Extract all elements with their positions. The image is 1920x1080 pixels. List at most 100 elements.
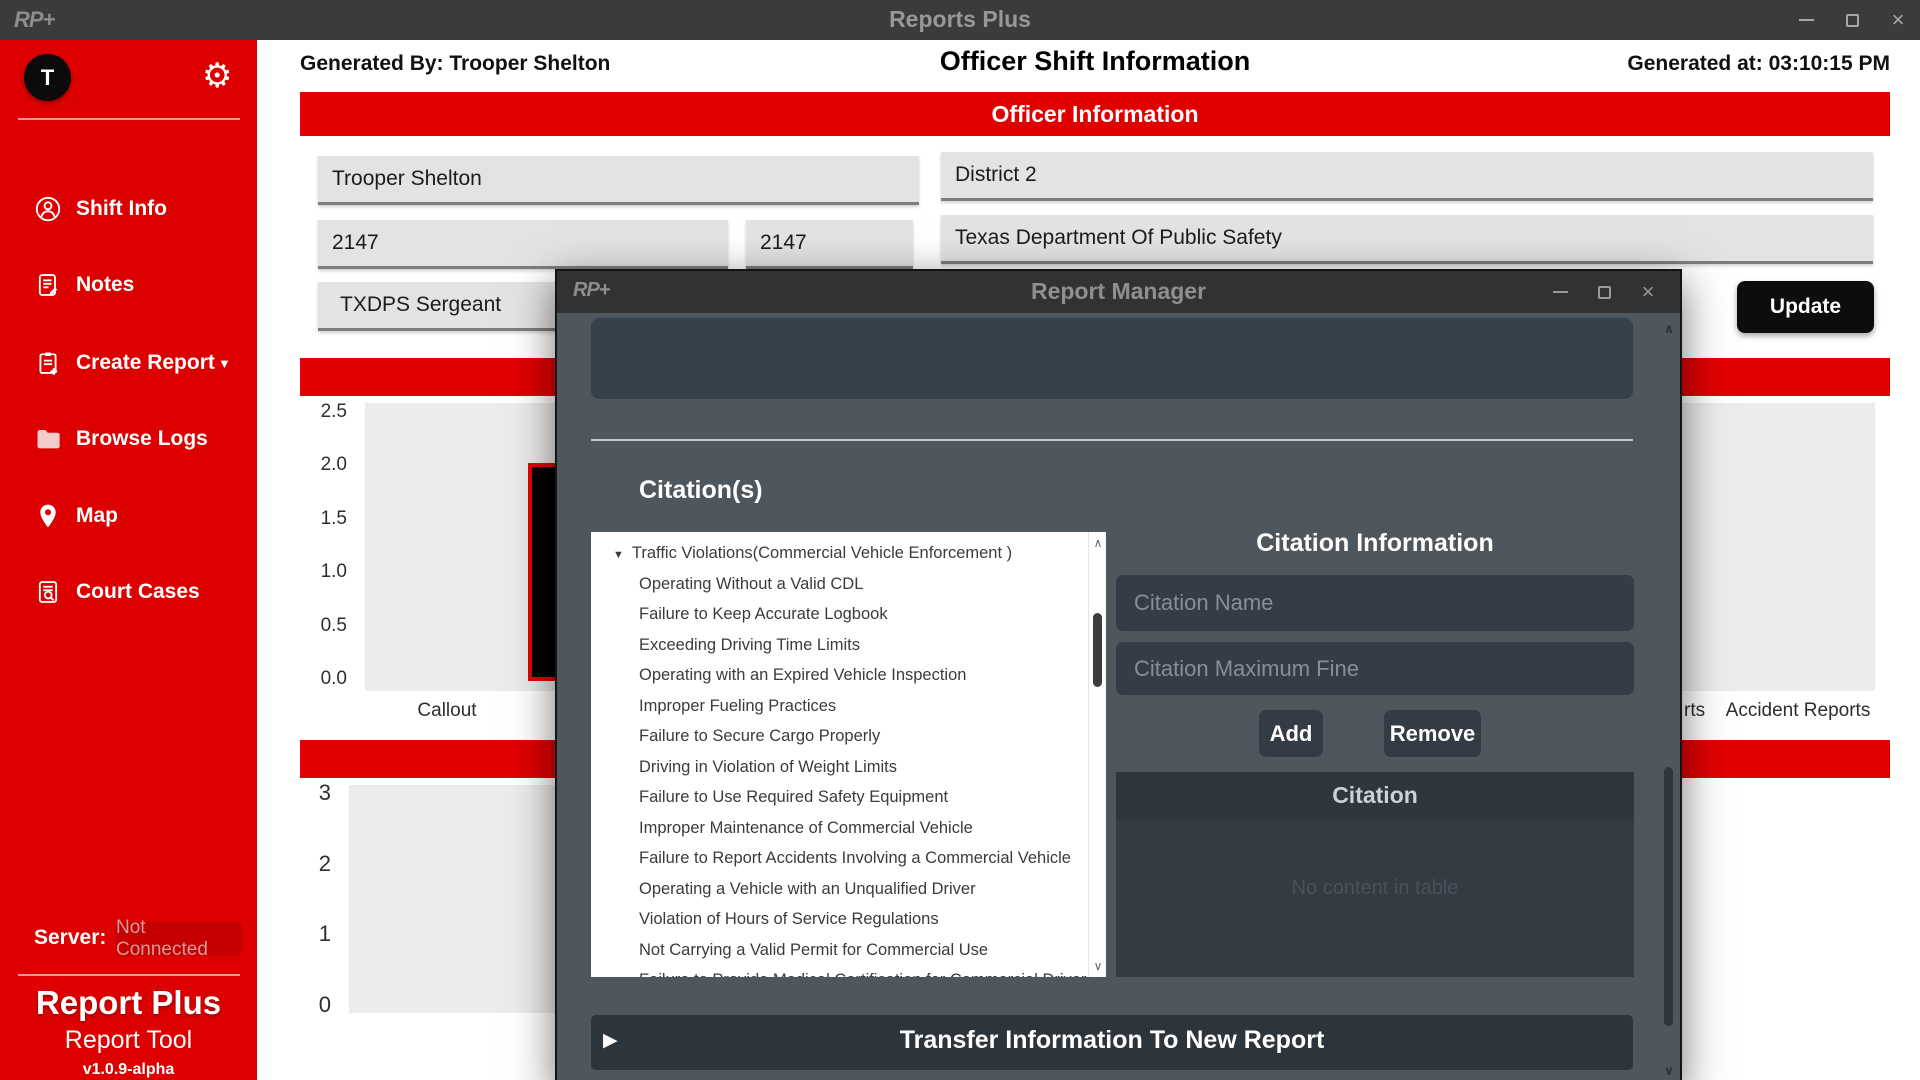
scroll-up-icon[interactable]: ∧ [1089,536,1106,550]
tree-item[interactable]: Improper Fueling Practices [591,691,1106,722]
modal-maximize-button[interactable] [1592,280,1616,304]
y-tick-label: 2 [291,829,331,900]
y-tick-label: 3 [291,758,331,829]
modal-minimize-button[interactable] [1548,280,1572,304]
update-button[interactable]: Update [1737,281,1874,333]
x-axis-label-callout: Callout [397,700,497,722]
server-status-row: Server: Not Connected [0,922,257,958]
tree-item[interactable]: Failure to Keep Accurate Logbook [591,599,1106,630]
list-scrollbar[interactable]: ∧ ∨ [1088,532,1106,977]
y-tick-label: 1 [291,899,331,970]
sidebar-item-court-cases[interactable]: Court Cases [0,575,257,609]
officer-name-field[interactable] [318,156,919,205]
sidebar-item-label: Browse Logs [76,427,208,451]
tree-item[interactable]: Failure to Report Accidents Involving a … [591,843,1106,874]
modal-scrollbar-thumb[interactable] [1664,767,1673,1026]
list-scrollbar-thumb[interactable] [1093,613,1102,687]
sidebar-item-create-report[interactable]: Create Report ▼ [0,346,257,380]
y-tick-label: 2.5 [292,385,347,438]
map-pin-icon [34,502,62,530]
x-axis-label-partial: rts [1684,700,1705,722]
department-field[interactable] [941,215,1873,264]
report-manager-window: RP+ Report Manager × Citation(s) ▼ Traffi… [555,269,1682,1080]
tree-expand-icon[interactable]: ▼ [613,549,624,561]
y-tick-label: 0.0 [292,652,347,705]
chevron-down-icon: ▼ [218,356,231,371]
y-tick-label: 2.0 [292,438,347,491]
tree-children: Operating Without a Valid CDLFailure to … [591,569,1106,978]
sidebar-item-label: Court Cases [76,580,200,604]
unit-number-field[interactable] [746,220,913,269]
version-label: v1.0.9-alpha [0,1061,257,1079]
tree-item[interactable]: Operating with an Expired Vehicle Inspec… [591,660,1106,691]
tree-item[interactable]: Failure to Use Required Safety Equipment [591,782,1106,813]
sidebar-item-browse-logs[interactable]: Browse Logs [0,422,257,456]
report-content-box[interactable] [591,318,1633,399]
tree-item[interactable]: Not Carrying a Valid Permit for Commerci… [591,935,1106,966]
officer-information-banner: Officer Information [300,92,1890,136]
y-tick-label: 1.5 [292,492,347,545]
brand-block: Report Plus Report Tool v1.0.9-alpha [0,984,257,1079]
citations-tree: ▼ Traffic Violations(Commercial Vehicle E… [591,532,1106,977]
minimize-button[interactable] [1794,8,1818,32]
tree-item[interactable]: Operating Without a Valid CDL [591,569,1106,600]
sidebar-item-label: Map [76,504,118,528]
x-axis-label-accident-reports: Accident Reports [1712,700,1884,722]
avatar[interactable]: T [24,54,71,101]
chart2-y-axis: 3210 [291,758,331,1040]
modal-title: Report Manager [557,278,1680,305]
app-title: Reports Plus [0,6,1920,33]
tree-root-traffic-violations[interactable]: ▼ Traffic Violations(Commercial Vehicle E… [591,538,1106,569]
citations-heading: Citation(s) [639,476,763,505]
user-circle-icon [34,195,62,223]
tree-item[interactable]: Exceeding Driving Time Limits [591,630,1106,661]
modal-scroll-down-icon[interactable]: ∨ [1660,1063,1678,1079]
sidebar-item-label: Notes [76,273,134,297]
sidebar-divider [18,118,240,120]
close-button[interactable]: × [1886,8,1910,32]
court-cases-icon [34,578,62,606]
add-button[interactable]: Add [1259,710,1323,757]
chart1-y-axis: 2.52.01.51.00.50.0 [292,385,347,705]
sidebar-divider [18,974,240,976]
tree-item[interactable]: Violation of Hours of Service Regulation… [591,904,1106,935]
tree-item[interactable]: Improper Maintenance of Commercial Vehic… [591,813,1106,844]
y-tick-label: 0.5 [292,599,347,652]
tree-item[interactable]: Driving in Violation of Weight Limits [591,752,1106,783]
district-field[interactable] [941,152,1873,201]
badge-number-field[interactable] [318,220,728,269]
y-tick-label: 1.0 [292,545,347,598]
tree-item[interactable]: Operating a Vehicle with an Unqualified … [591,874,1106,905]
sidebar: T ⚙ Shift Info Notes [0,40,257,1080]
report-manager-titlebar: RP+ Report Manager × [557,271,1680,313]
sidebar-item-map[interactable]: Map [0,499,257,533]
app-titlebar: RP+ Reports Plus × [0,0,1920,40]
tree-item[interactable]: Failure to Secure Cargo Properly [591,721,1106,752]
app-window: RP+ Reports Plus × T ⚙ Shift Info [0,0,1920,1080]
notes-icon [34,271,62,299]
folder-icon [34,425,62,453]
sidebar-item-label: Shift Info [76,197,167,221]
citation-max-fine-input[interactable] [1116,642,1634,695]
remove-button[interactable]: Remove [1384,710,1481,757]
sidebar-item-notes[interactable]: Notes [0,268,257,302]
table-empty-text: No content in table [1116,877,1634,900]
transfer-label: Transfer Information To New Report [591,1026,1633,1055]
gear-icon[interactable]: ⚙ [202,54,232,98]
transfer-information-button[interactable]: ▶ Transfer Information To New Report [591,1015,1633,1070]
maximize-button[interactable] [1840,8,1864,32]
sidebar-item-label: Create Report [76,351,215,375]
citation-information-heading: Citation Information [1116,529,1634,558]
brand-title: Report Plus [0,984,257,1022]
tree-item[interactable]: Failure to Provide Medical Certification… [591,965,1106,977]
modal-scroll-up-icon[interactable]: ∧ [1660,321,1678,337]
tree-root-label: Traffic Violations(Commercial Vehicle En… [632,544,1012,562]
create-report-icon [34,349,62,377]
citation-table: No content in table [1116,819,1634,977]
y-tick-label: 0 [291,970,331,1041]
sidebar-item-shift-info[interactable]: Shift Info [0,192,257,226]
scroll-down-icon[interactable]: ∨ [1089,959,1106,973]
server-label: Server: [34,926,106,950]
modal-close-button[interactable]: × [1636,280,1660,304]
citation-name-input[interactable] [1116,575,1634,631]
